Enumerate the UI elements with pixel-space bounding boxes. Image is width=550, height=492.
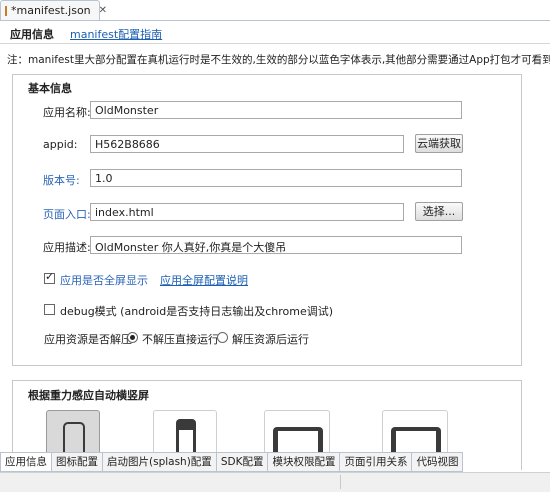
basic-info-title: 基本信息: [28, 82, 72, 95]
manifest-bottom-tabs: 应用信息 图标配置 启动图片(splash)配置 SDK配置 模块权限配置 页面…: [0, 452, 464, 472]
radio-no-decompress[interactable]: [127, 332, 138, 343]
manifest-guide-link[interactable]: manifest配置指南: [70, 26, 162, 42]
entry-page-label: 页面入口:: [43, 208, 91, 221]
tab-code-view[interactable]: 代码视图: [412, 452, 464, 472]
debug-checkbox[interactable]: [44, 304, 55, 315]
version-label: 版本号:: [43, 174, 80, 187]
fullscreen-checkbox[interactable]: [44, 270, 55, 284]
radio-decompress[interactable]: [217, 332, 228, 343]
radio-decompress-label: 解压资源后运行: [232, 333, 309, 346]
close-icon[interactable]: ✕: [99, 5, 107, 16]
tab-page-references[interactable]: 页面引用关系: [340, 452, 413, 472]
entry-page-input[interactable]: index.html: [90, 203, 404, 221]
orientation-title: 根据重力感应自动横竖屏: [28, 389, 149, 402]
tab-splash-config[interactable]: 启动图片(splash)配置: [103, 452, 217, 472]
app-name-input[interactable]: OldMonster: [90, 101, 462, 119]
debug-label: debug模式 (android是否支持日志输出及chrome调试): [60, 305, 334, 318]
cloud-fetch-button[interactable]: 云端获取: [415, 134, 463, 153]
description-label: 应用描述:: [43, 241, 91, 254]
manifest-note: 注：manifest里大部分配置在真机运行时是不生效的,生效的部分以蓝色字体表示…: [7, 54, 550, 66]
appid-label: appid:: [43, 138, 78, 151]
decompress-label: 应用资源是否解压: [44, 333, 132, 346]
description-input[interactable]: OldMonster 你人真好,你真是个大傻吊: [90, 236, 462, 254]
tab-app-info[interactable]: 应用信息: [0, 452, 52, 472]
manifest-header: 应用信息 manifest配置指南: [0, 21, 550, 44]
json-file-icon: [5, 5, 7, 16]
status-bar: [0, 472, 550, 492]
app-info-title: 应用信息: [10, 28, 54, 41]
tab-module-permissions[interactable]: 模块权限配置: [268, 452, 341, 472]
tab-sdk-config[interactable]: SDK配置: [216, 452, 269, 472]
status-separator: [340, 475, 341, 489]
fullscreen-label: 应用是否全屏显示: [60, 274, 148, 287]
radio-no-decompress-label: 不解压直接运行: [142, 333, 219, 346]
app-name-label: 应用名称:: [43, 106, 91, 119]
version-input[interactable]: 1.0: [90, 169, 462, 187]
editor-tab-title: *manifest.json: [11, 4, 91, 17]
appid-input[interactable]: H562B8686: [90, 135, 404, 153]
fullscreen-help-link[interactable]: 应用全屏配置说明: [160, 272, 248, 288]
editor-tab-manifest[interactable]: *manifest.json ✕: [0, 0, 107, 20]
tab-icon-config[interactable]: 图标配置: [52, 452, 103, 472]
choose-button[interactable]: 选择...: [415, 202, 463, 221]
